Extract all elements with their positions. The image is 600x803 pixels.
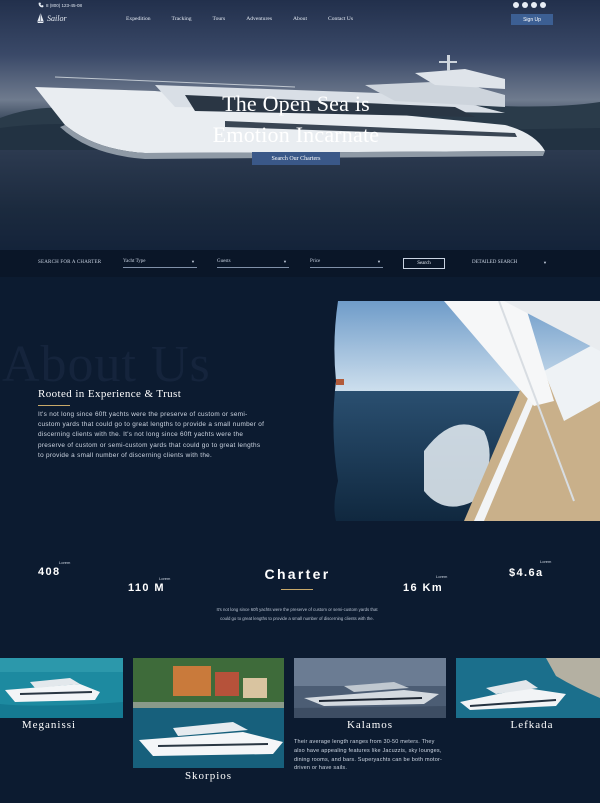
guests-select[interactable]: Guests ▼ [217,258,289,268]
nav-item-about[interactable]: About [293,16,307,22]
stat-label-2: Lorem [159,576,171,581]
instagram-icon[interactable] [522,2,528,8]
search-button[interactable]: Search [403,258,445,269]
guests-value: Guests [217,259,231,264]
charter-paragraph: It's not long since 60ft yachts were the… [216,607,378,621]
destination-name-kalamos[interactable]: Kalamos [294,719,446,731]
top-bar: 8 (800) 123-45-08 Sailor Expedition Trac… [0,0,600,36]
nav-item-tours[interactable]: Tours [213,16,226,22]
phone-number: 8 (800) 123-45-08 [46,2,83,8]
stat-value-1: 408 [38,566,61,578]
sea-image [0,150,600,250]
yacht-type-value: Yacht Type [123,259,146,264]
hero-title-line-1: The Open Sea is [222,91,370,116]
destination-name-skorpios[interactable]: Skorpios [133,770,284,782]
about-paragraph: It's not long since 60ft yachts were the… [38,411,265,459]
brand-logo[interactable]: Sailor [37,13,67,23]
nav-item-tracking[interactable]: Tracking [172,16,192,22]
destination-card-skorpios[interactable] [133,658,284,768]
chevron-down-icon[interactable]: ▼ [543,260,547,265]
meganissi-photo [0,658,123,718]
chevron-down-icon: ▼ [191,259,195,264]
search-label: SEARCH FOR A CHARTER [38,260,102,265]
stat-label-4: Lorem [540,559,552,564]
price-select[interactable]: Price ▼ [310,258,383,268]
destination-name-meganissi[interactable]: Meganissi [0,719,98,731]
detailed-search-link[interactable]: DETAILED SEARCH [472,260,517,265]
gold-divider [38,405,70,406]
gold-divider [281,589,313,590]
stat-value-2: 110 M [128,582,165,594]
destination-card-kalamos[interactable] [294,658,446,718]
hero-title-line-2: Emotion Incarnate [212,122,380,147]
skorpios-photo [133,658,284,768]
destination-description-kalamos: Their average length ranges from 30-50 m… [294,739,443,772]
charter-heading: Charter [264,566,331,582]
stat-value-4: $4.6a [509,567,544,579]
main-nav: Expedition Tracking Tours Adventures Abo… [126,16,374,22]
kalamos-photo [294,658,446,718]
stat-value-3: 16 Km [403,582,444,594]
destination-name-lefkada[interactable]: Lefkada [480,719,584,731]
charter-search-bar: SEARCH FOR A CHARTER Yacht Type ▼ Guests… [0,250,600,277]
price-value: Price [310,259,321,264]
brand-name: Sailor [47,13,67,23]
sailboat-logo-icon [37,13,44,23]
chevron-down-icon: ▼ [377,259,381,264]
social-links [513,2,546,8]
destination-card-lefkada[interactable] [456,658,600,718]
stat-label-3: Lorem [436,574,448,579]
sign-up-button[interactable]: Sign Up [511,14,553,25]
nav-item-expedition[interactable]: Expedition [126,16,151,22]
youtube-icon[interactable] [540,2,546,8]
chevron-down-icon: ▼ [283,259,287,264]
facebook-icon[interactable] [513,2,519,8]
nav-item-adventures[interactable]: Adventures [246,16,272,22]
hero-title: The Open Sea is Emotion Incarnate [0,88,592,150]
search-charters-button[interactable]: Search Our Charters [252,152,340,165]
stat-label-1: Lorem [59,560,71,565]
lefkada-photo [456,658,600,718]
about-heading: Rooted in Experience & Trust [38,388,182,400]
twitter-icon[interactable] [531,2,537,8]
destination-card-meganissi[interactable] [0,658,123,718]
phone-contact[interactable]: 8 (800) 123-45-08 [38,2,82,8]
phone-icon [38,2,44,8]
hero-section: 8 (800) 123-45-08 Sailor Expedition Trac… [0,0,600,250]
about-watermark: About Us [2,336,211,393]
sailing-photo [324,301,600,521]
nav-item-contact-us[interactable]: Contact Us [328,16,353,22]
yacht-type-select[interactable]: Yacht Type ▼ [123,258,197,268]
